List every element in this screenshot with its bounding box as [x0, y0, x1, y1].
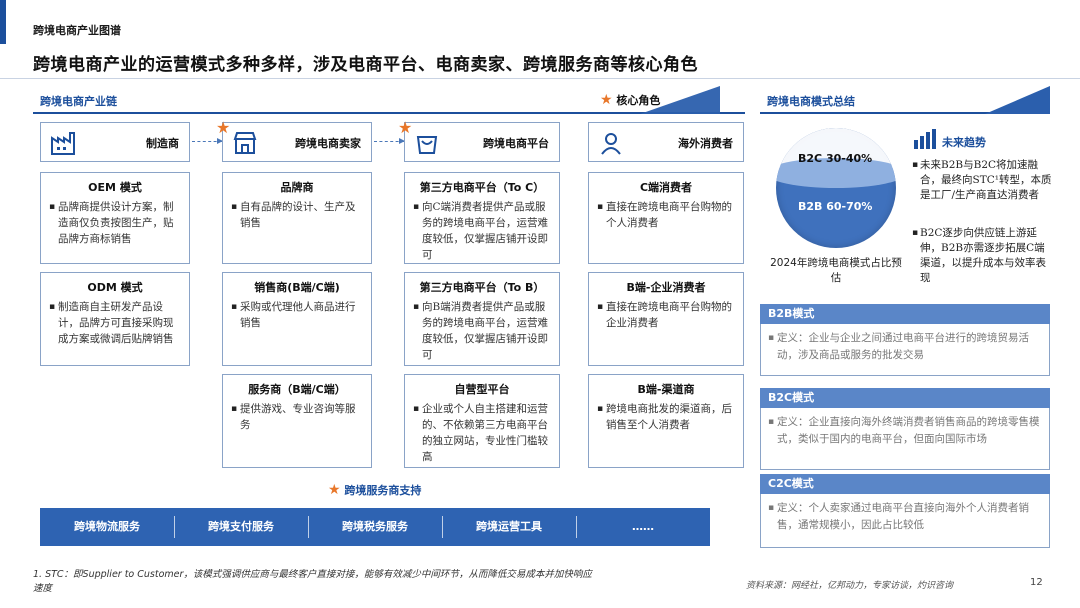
- section-title: 跨境电商产业图谱: [33, 24, 121, 37]
- mode-b2b-header: B2B模式: [760, 304, 1050, 324]
- card-text: 企业或个人自主搭建和运营的、不依赖第三方电商平台的独立网站，专业性门槛较高: [413, 401, 551, 465]
- support-services-label: ★ 跨境服务商支持: [328, 482, 421, 498]
- mode-b2c-header: B2C模式: [760, 388, 1050, 408]
- card-service-provider: 服务商（B端/C端） 提供游戏、专业咨询等服务: [222, 374, 372, 468]
- mode-summary-label: 跨境电商模式总结: [767, 95, 855, 108]
- industry-chain-label: 跨境电商产业链: [40, 95, 117, 108]
- card-text: 提供游戏、专业咨询等服务: [231, 401, 363, 433]
- support-item-payment: 跨境支付服务: [174, 508, 308, 546]
- pie-caption: 2024年跨境电商模式占比预估: [770, 257, 902, 284]
- role-manufacturer: 制造商: [40, 122, 190, 162]
- flow-arrow: [374, 138, 405, 144]
- card-title: 服务商（B端/C端）: [248, 383, 346, 396]
- header-accent-bar: [0, 0, 6, 44]
- mode-b2b-body: 定义：企业与企业之间通过电商平台进行的跨境贸易活动，涉及商品或服务的批发交易: [760, 324, 1050, 376]
- role-platform: 跨境电商平台: [404, 122, 560, 162]
- shopping-bag-icon: [416, 136, 438, 154]
- mode-definition: 定义：企业直接向海外终端消费者销售商品的跨境零售模式，类似于国内的电商平台，但面…: [768, 414, 1041, 448]
- card-reseller: 销售商(B端/C端) 采购或代理他人商品进行销售: [222, 272, 372, 366]
- card-title: ODM 模式: [87, 281, 143, 294]
- card-title: 第三方电商平台（To B）: [419, 281, 545, 294]
- role-seller: 跨境电商卖家: [222, 122, 372, 162]
- flow-arrow: [192, 138, 223, 144]
- card-b-channel-distributor: B端-渠道商 跨境电商批发的渠道商，后销售至个人消费者: [588, 374, 744, 468]
- core-role-legend-label: 核心角色: [616, 94, 661, 107]
- page-number: 12: [1030, 577, 1043, 588]
- star-icon: ★: [216, 118, 231, 137]
- mode-share-chart: B2C 30-40% B2B 60-70% 2024年跨境电商模式占比预估: [768, 124, 904, 294]
- role-consumer: 海外消费者: [588, 122, 744, 162]
- support-item-tax: 跨境税务服务: [308, 508, 442, 546]
- title-divider: [0, 78, 1080, 79]
- role-label: 海外消费者: [678, 137, 733, 150]
- pie-chart: B2C 30-40% B2B 60-70%: [776, 128, 896, 248]
- store-icon: [233, 132, 257, 154]
- card-title: B端-渠道商: [637, 383, 695, 396]
- star-icon: ★: [328, 482, 341, 498]
- card-text: 自有品牌的设计、生产及销售: [231, 199, 363, 231]
- card-text: 直接在跨境电商平台购物的个人消费者: [597, 199, 735, 231]
- future-trend-title: 未来趋势: [942, 136, 986, 149]
- card-title: 第三方电商平台（To C）: [419, 181, 545, 194]
- card-text: 制造商自主研发产品设计，品牌方可直接采购现成方案或微调后贴牌销售: [49, 299, 181, 347]
- mode-definition: 定义：个人卖家通过电商平台直接向海外个人消费者销售，通常规模小，因此占比较低: [768, 500, 1041, 534]
- trend-point: B2C逐步向供应链上游延伸，B2B亦需逐步拓展C端渠道，以提升成本与效率表现: [912, 226, 1052, 286]
- role-label: 制造商: [146, 137, 179, 150]
- core-role-legend: ★ 核心角色: [600, 92, 660, 108]
- bar-chart-icon: [914, 129, 936, 149]
- support-item-logistics: 跨境物流服务: [74, 520, 140, 533]
- card-text: 向B端消费者提供产品或服务的跨境电商平台，运营难度较低，仅掌握店铺开设即可: [413, 299, 551, 363]
- source-note: 资料来源：网经社，亿邦动力，专家访谈，灼识咨询: [746, 581, 954, 591]
- card-oem: OEM 模式 品牌商提供设计方案，制造商仅负责按图生产，贴品牌方商标销售: [40, 172, 190, 264]
- support-services-title: 跨境服务商支持: [344, 484, 422, 497]
- support-item-operations-tools: 跨境运营工具: [442, 508, 576, 546]
- card-platform-to-c: 第三方电商平台（To C） 向C端消费者提供产品或服务的跨境电商平台，运营难度较…: [404, 172, 560, 264]
- card-text: 采购或代理他人商品进行销售: [231, 299, 363, 331]
- role-label: 跨境电商卖家: [295, 137, 361, 150]
- card-title: B端-企业消费者: [626, 281, 706, 294]
- footnote: 1. STC：即Supplier to Customer，该模式强调供应商与最终…: [33, 569, 592, 594]
- card-brand-owner: 品牌商 自有品牌的设计、生产及销售: [222, 172, 372, 264]
- future-trend-panel: 未来趋势 未来B2B与B2C将加速融合，最终向STC¹转型，本质是工厂/生产商直…: [910, 124, 1052, 296]
- mode-b2c-body: 定义：企业直接向海外终端消费者销售商品的跨境零售模式，类似于国内的电商平台，但面…: [760, 408, 1050, 470]
- mode-c2c-header: C2C模式: [760, 474, 1050, 494]
- pie-label-b2c: B2C 30-40%: [798, 152, 873, 165]
- card-platform-to-b: 第三方电商平台（To B） 向B端消费者提供产品或服务的跨境电商平台，运营难度较…: [404, 272, 560, 366]
- card-text: 品牌商提供设计方案，制造商仅负责按图生产，贴品牌方商标销售: [49, 199, 181, 247]
- factory-icon: [51, 132, 75, 155]
- card-title: OEM 模式: [88, 181, 142, 194]
- page-title: 跨境电商产业的运营模式多种多样，涉及电商平台、电商卖家、跨境服务商等核心角色: [33, 55, 698, 75]
- mode-definition: 定义：企业与企业之间通过电商平台进行的跨境贸易活动，涉及商品或服务的批发交易: [768, 330, 1041, 364]
- support-services-bar: 跨境物流服务 跨境支付服务 跨境税务服务 跨境运营工具 ……: [40, 508, 710, 546]
- person-icon: [601, 133, 621, 155]
- card-title: 品牌商: [280, 181, 314, 194]
- card-title: C端消费者: [639, 181, 693, 194]
- future-trend-header: 未来趋势: [910, 124, 1050, 154]
- star-icon: ★: [398, 118, 413, 137]
- pie-label-b2b: B2B 60-70%: [798, 200, 873, 213]
- trend-point: 未来B2B与B2C将加速融合，最终向STC¹转型，本质是工厂/生产商直达消费者: [912, 158, 1052, 203]
- role-label: 跨境电商平台: [483, 137, 549, 150]
- card-self-operated-platform: 自营型平台 企业或个人自主搭建和运营的、不依赖第三方电商平台的独立网站，专业性门…: [404, 374, 560, 468]
- card-text: 跨境电商批发的渠道商，后销售至个人消费者: [597, 401, 735, 433]
- card-text: 向C端消费者提供产品或服务的跨境电商平台，运营难度较低，仅掌握店铺开设即可: [413, 199, 551, 263]
- card-title: 自营型平台: [454, 383, 510, 396]
- card-c-consumer: C端消费者 直接在跨境电商平台购物的个人消费者: [588, 172, 744, 264]
- band-arrow-right: [985, 86, 1050, 114]
- support-item-more: ……: [576, 508, 710, 546]
- mode-c2c-body: 定义：个人卖家通过电商平台直接向海外个人消费者销售，通常规模小，因此占比较低: [760, 494, 1050, 548]
- star-icon: ★: [600, 92, 613, 108]
- card-title: 销售商(B端/C端): [254, 281, 340, 294]
- card-odm: ODM 模式 制造商自主研发产品设计，品牌方可直接采购现成方案或微调后贴牌销售: [40, 272, 190, 366]
- card-b-enterprise-consumer: B端-企业消费者 直接在跨境电商平台购物的企业消费者: [588, 272, 744, 366]
- card-text: 直接在跨境电商平台购物的企业消费者: [597, 299, 735, 331]
